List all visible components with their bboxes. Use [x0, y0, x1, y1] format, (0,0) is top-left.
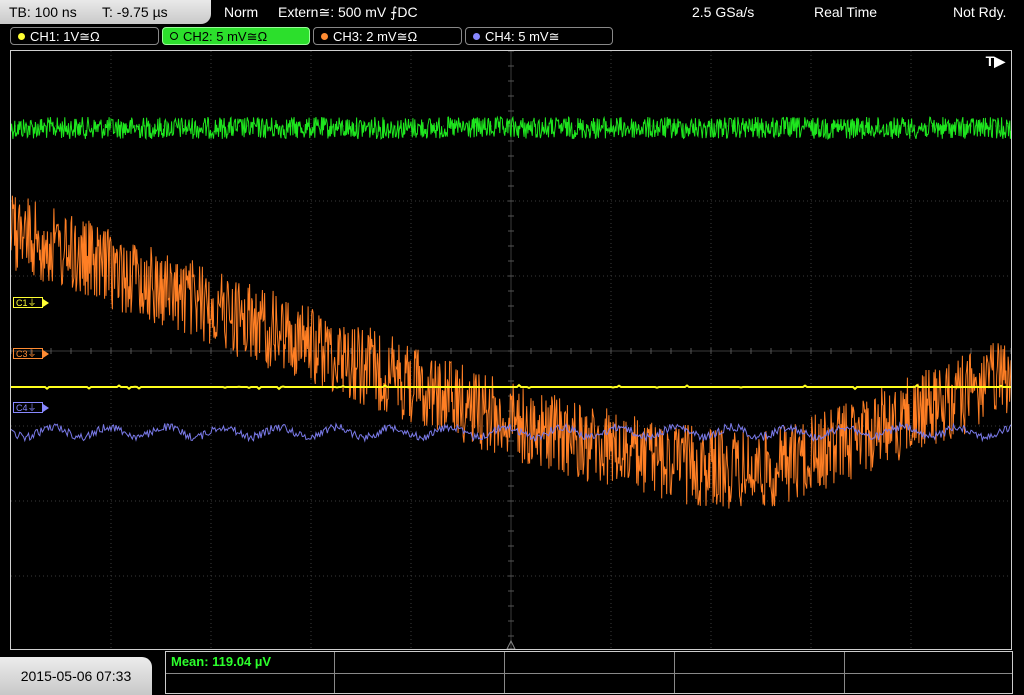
- timebase-label: TB: 100 ns: [9, 4, 77, 20]
- date-time: 2015-05-06 07:33: [0, 657, 152, 695]
- measurement-cell[interactable]: [335, 652, 505, 693]
- channel-1-ground-marker[interactable]: C1⏚: [13, 297, 48, 308]
- channel-3-ground-marker[interactable]: C3⏚: [13, 348, 48, 359]
- channel-4-dot-icon: [473, 33, 480, 40]
- channel-1-button[interactable]: CH1: 1V≅Ω: [10, 27, 159, 45]
- channel-4-ground-marker[interactable]: C4⏚: [13, 402, 48, 413]
- channel-2-trace: [11, 115, 1011, 141]
- waveform-display[interactable]: T▶ C1⏚ C3⏚ C4⏚: [10, 50, 1012, 650]
- measurement-cell[interactable]: [675, 652, 845, 693]
- channel-1-trace: [11, 383, 1011, 391]
- measurement-cell[interactable]: [845, 652, 1012, 693]
- channel-4-label: CH4: 5 mV≅: [485, 29, 560, 44]
- channel-4-button[interactable]: CH4: 5 mV≅: [465, 27, 613, 45]
- trigger-position-marker[interactable]: T▶: [986, 53, 1005, 70]
- channel-bar: CH1: 1V≅Ω CH2: 5 mV≅Ω CH3: 2 mV≅Ω CH4: 5…: [0, 26, 1024, 48]
- channel-3-label: CH3: 2 mV≅Ω: [333, 29, 418, 44]
- channel-3-dot-icon: [321, 33, 328, 40]
- measurement-panel: Mean: 119.04 µV: [165, 651, 1013, 694]
- measurement-cell[interactable]: [505, 652, 675, 693]
- channel-2-dot-icon: [170, 32, 178, 40]
- channel-2-button[interactable]: CH2: 5 mV≅Ω: [162, 27, 310, 45]
- channel-1-dot-icon: [18, 33, 25, 40]
- measurement-cell[interactable]: Mean: 119.04 µV: [166, 652, 335, 693]
- trigger-time-label: T: -9.75 µs: [102, 4, 168, 20]
- channel-2-label: CH2: 5 mV≅Ω: [183, 29, 268, 44]
- trigger-source[interactable]: Extern≅: 500 mV ⨍DC: [278, 0, 418, 24]
- trigger-mode[interactable]: Norm: [224, 0, 258, 24]
- acquisition-mode: Real Time: [814, 4, 878, 20]
- waveform-traces: [11, 115, 1011, 509]
- acquisition-state: Not Rdy.: [953, 4, 1007, 20]
- channel-1-label: CH1: 1V≅Ω: [30, 29, 100, 44]
- sample-rate: 2.5 GSa/s: [692, 4, 755, 20]
- channel-3-button[interactable]: CH3: 2 mV≅Ω: [313, 27, 462, 45]
- timebase-panel[interactable]: TB: 100 ns T: -9.75 µs: [0, 0, 211, 24]
- channel-3-trace: [11, 195, 1011, 509]
- mean-measurement: Mean: 119.04 µV: [171, 654, 271, 669]
- status-bar: Norm Extern≅: 500 mV ⨍DC 2.5 GSa/s Real …: [214, 0, 1024, 24]
